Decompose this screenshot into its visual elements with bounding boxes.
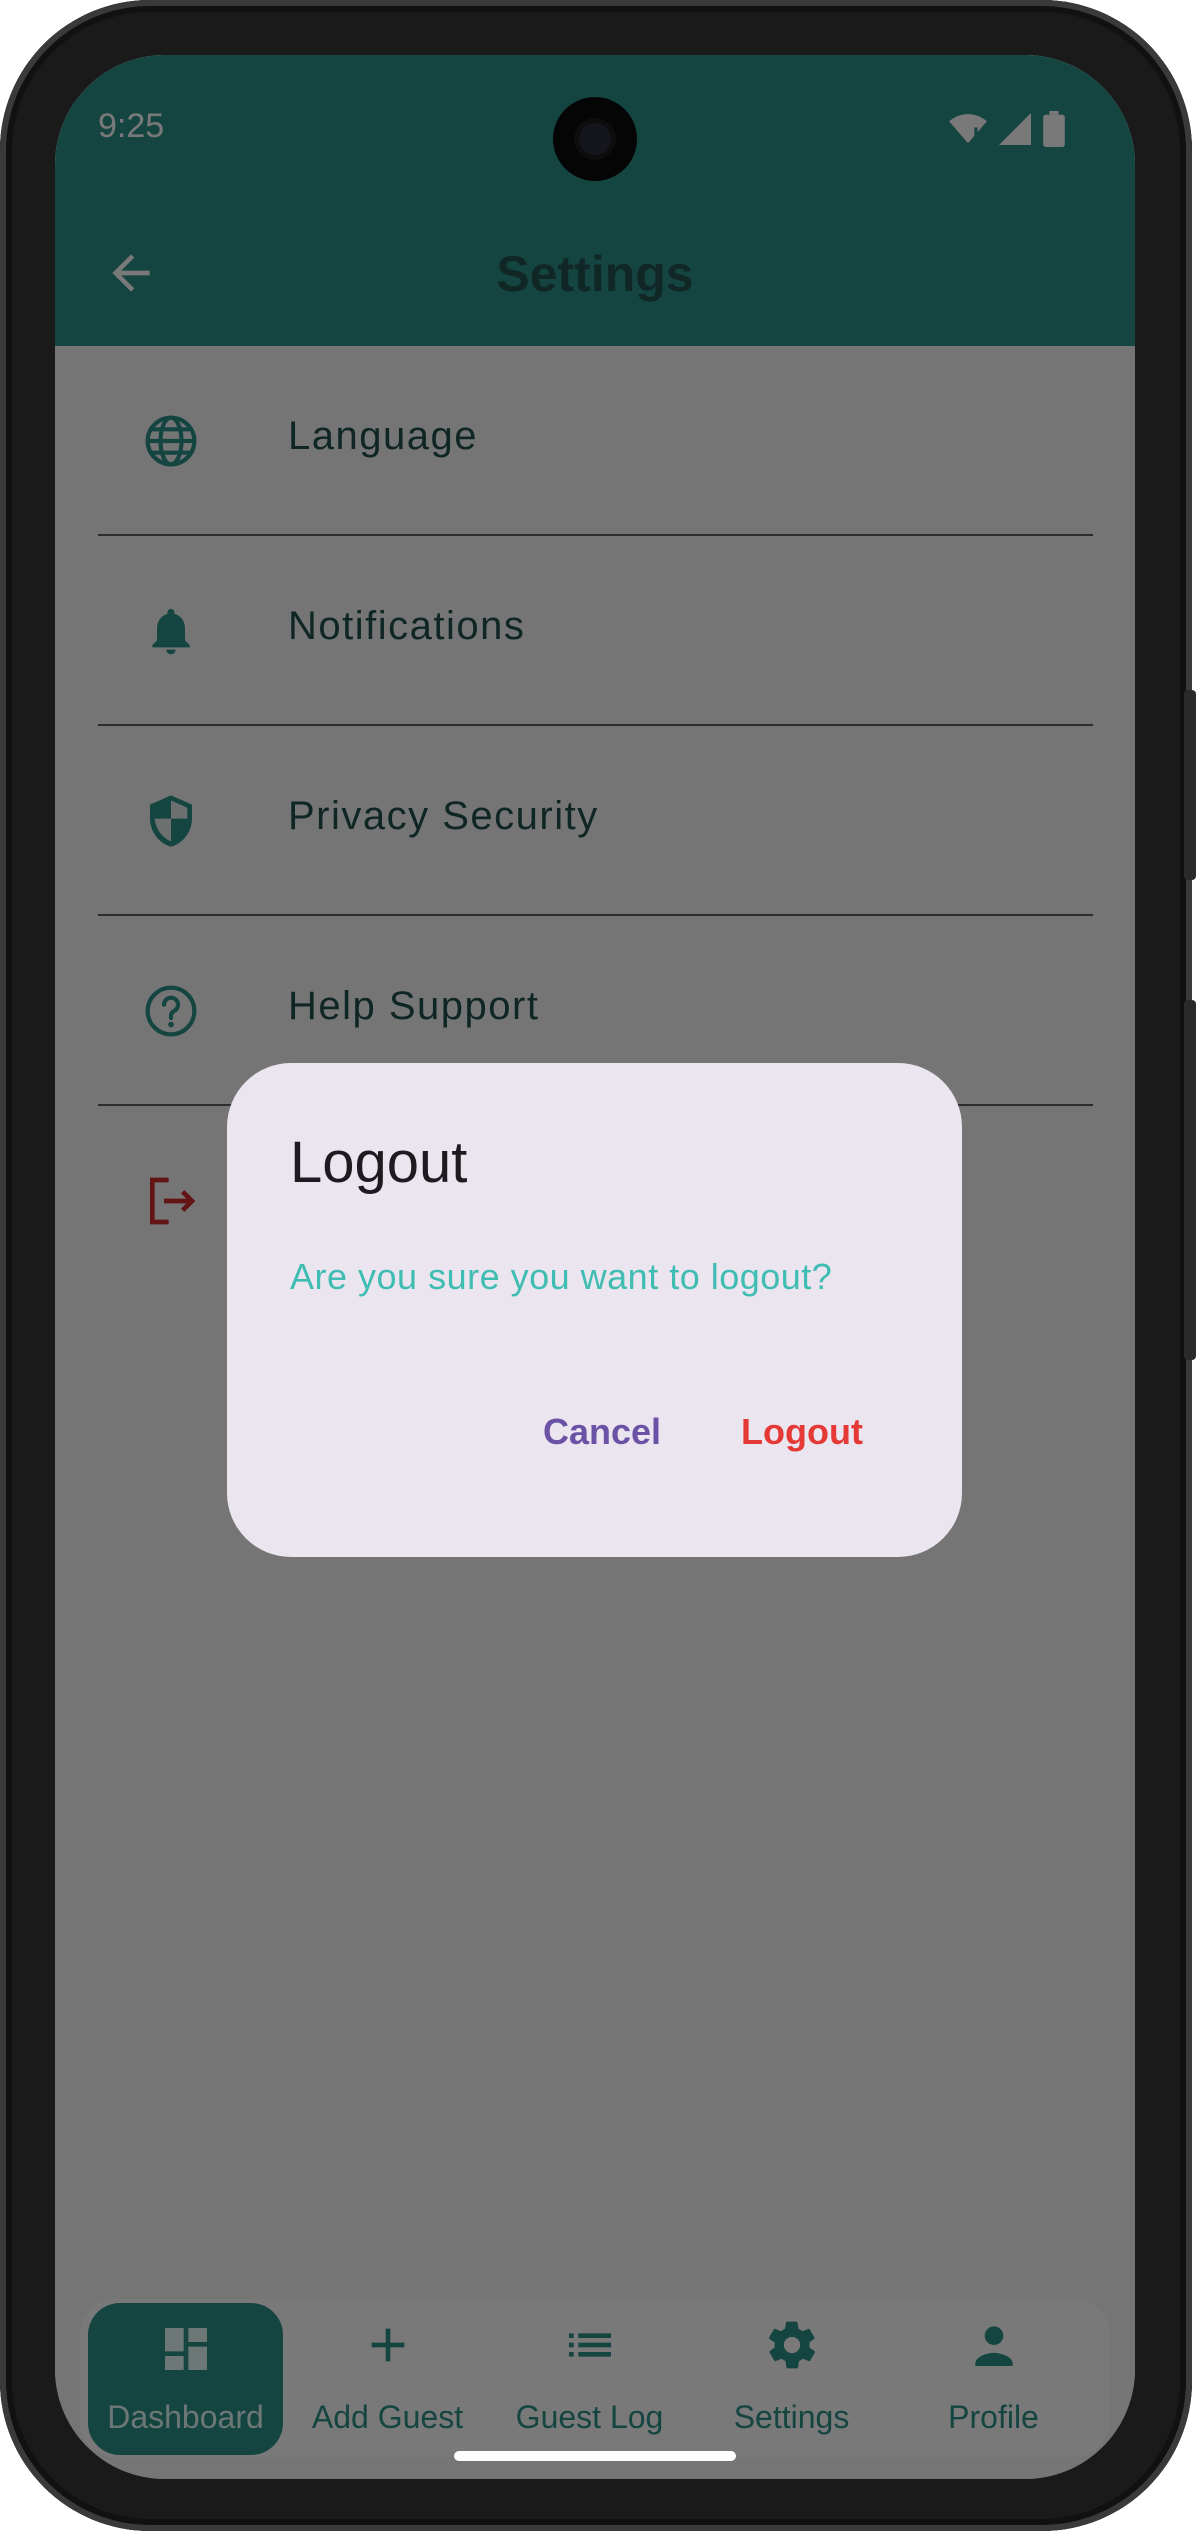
logout-dialog: Logout Are you sure you want to logout? …: [227, 1063, 962, 1557]
phone-frame: 9:25 Settings Language: [0, 0, 1196, 2531]
side-button: [1184, 690, 1196, 880]
screen: 9:25 Settings Language: [55, 55, 1135, 2479]
confirm-logout-button[interactable]: Logout: [741, 1411, 863, 1453]
dialog-message: Are you sure you want to logout?: [290, 1256, 833, 1297]
volume-button: [1184, 1000, 1196, 1360]
home-indicator[interactable]: [454, 2451, 736, 2461]
dialog-title: Logout: [290, 1130, 468, 1195]
cancel-button[interactable]: Cancel: [543, 1411, 661, 1453]
